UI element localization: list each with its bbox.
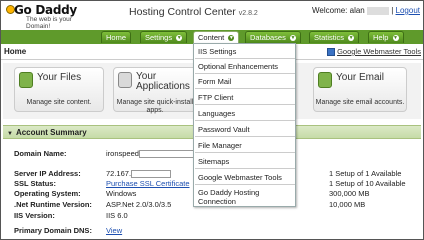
tab-content-label: Content [198, 33, 225, 42]
tab-settings[interactable]: Settings ▼ [140, 31, 188, 43]
summary-label: IIS Version: [14, 211, 55, 220]
menu-divider [195, 152, 295, 153]
summary-label: Primary Domain DNS: [14, 226, 92, 235]
purchase-ssl-link[interactable]: Purchase SSL Certificate [106, 179, 190, 188]
tab-content[interactable]: Content ▼ [193, 31, 240, 43]
menu-item-google-webmaster-tools[interactable]: Google Webmaster Tools [198, 173, 282, 182]
top-bar: Go Daddy The web is your Domain! Hosting… [1, 1, 423, 30]
summary-label: Server IP Address: [14, 169, 81, 178]
redacted-domain [138, 150, 199, 159]
tile-your-email[interactable]: Your Email Manage site email accounts. [313, 67, 407, 112]
page-title: Home [4, 47, 27, 56]
chevron-down-icon: ▼ [176, 35, 183, 42]
tile-title: Your Files [37, 72, 82, 83]
logo-text: Go Daddy [14, 3, 77, 17]
summary-value: ASP.Net 2.0/3.0/3.5 [106, 200, 172, 209]
view-dns-link[interactable]: View [106, 226, 122, 235]
summary-value: IIS 6.0 [106, 211, 128, 220]
welcome-text: Welcome: alan [311, 6, 365, 15]
menu-divider [195, 184, 295, 185]
email-icon [318, 72, 332, 88]
tile-title: Your Applications [136, 71, 190, 92]
tab-databases-label: Databases [250, 33, 286, 42]
godaddy-logo[interactable]: Go Daddy The web is your Domain! [6, 3, 96, 30]
tile-desc: Manage site content. [26, 99, 92, 106]
applications-icon [118, 72, 132, 88]
app-version: v2.8.2 [238, 10, 258, 17]
tile-desc: Manage site email accounts. [315, 99, 405, 106]
account-summary-title: Account Summary [15, 128, 87, 137]
tab-statistics[interactable]: Statistics ▼ [309, 31, 360, 43]
menu-item-sitemaps[interactable]: Sitemaps [198, 157, 229, 166]
tile-title: Your Email [336, 72, 384, 83]
menu-item-optional-enhancements[interactable]: Optional Enhancements [198, 62, 278, 71]
menu-item-hosting-connection[interactable]: Go Daddy Hosting Connection [198, 188, 288, 206]
disk-space-value: 300,000 MB [329, 189, 370, 198]
menu-divider [195, 136, 295, 137]
webmaster-tools-icon [327, 48, 336, 57]
tab-home-label: Home [106, 33, 127, 42]
menu-divider [195, 88, 295, 89]
menu-divider [195, 73, 295, 74]
chevron-down-icon: ▼ [392, 35, 399, 42]
summary-value: 72.167. [106, 169, 172, 179]
redacted-ip [131, 170, 172, 179]
tab-settings-label: Settings [145, 33, 173, 42]
summary-value: Windows [106, 189, 137, 198]
menu-item-languages[interactable]: Languages [198, 109, 235, 118]
setup-count-value: 1 Setup of 1 Available [329, 169, 402, 178]
tile-your-applications[interactable]: Your Applications Manage site quick-inst… [113, 67, 197, 114]
tab-databases[interactable]: Databases ▼ [245, 31, 301, 43]
app-title: Hosting Control Center v2.8.2 [129, 6, 258, 18]
welcome-area: Welcome: alan | Logout [311, 6, 420, 15]
menu-divider [195, 104, 295, 105]
menu-item-password-vault[interactable]: Password Vault [198, 125, 250, 134]
menu-divider [195, 58, 295, 59]
summary-label: Operating System: [14, 189, 81, 198]
logo-tagline: The web is your Domain! [26, 16, 72, 30]
chevron-down-icon: ▼ [348, 35, 355, 42]
summary-label: Domain Name: [14, 149, 67, 158]
summary-label: SSL Status: [14, 179, 56, 188]
tile-your-files[interactable]: Your Files Manage site content. [14, 67, 104, 112]
redacted-username [366, 6, 389, 15]
menu-item-file-manager[interactable]: File Manager [198, 141, 242, 150]
menu-divider [195, 120, 295, 121]
menu-item-ftp-client[interactable]: FTP Client [198, 93, 233, 102]
tab-help-label: Help [373, 33, 389, 42]
bandwidth-value: 10,000 MB [329, 200, 366, 209]
gwt-link-label: Google Webmaster Tools [337, 47, 421, 56]
app-title-text: Hosting Control Center [129, 6, 236, 18]
content-dropdown-menu: IIS Settings Optional Enhancements Form … [193, 43, 296, 207]
collapse-triangle-icon: ▼ [7, 131, 13, 137]
menu-divider [195, 168, 295, 169]
tab-help[interactable]: Help ▼ [368, 31, 404, 43]
tile-desc: Manage site quick-install apps. [116, 99, 194, 114]
menu-item-form-mail[interactable]: Form Mail [198, 77, 231, 86]
summary-value: ironspeed [106, 149, 199, 159]
setup-count-value: 1 Setup of 10 Available [329, 179, 406, 188]
logout-link[interactable]: Logout [396, 6, 420, 15]
tab-statistics-label: Statistics [314, 33, 345, 42]
tab-home[interactable]: Home [101, 31, 132, 43]
app-window: Go Daddy The web is your Domain! Hosting… [0, 0, 424, 240]
summary-label: .Net Runtime Version: [14, 200, 92, 209]
google-webmaster-tools-link[interactable]: Google Webmaster Tools [327, 47, 421, 57]
menu-item-iis-settings[interactable]: IIS Settings [198, 47, 236, 56]
chevron-down-icon: ▼ [289, 35, 296, 42]
files-icon [19, 72, 33, 88]
chevron-down-icon: ▼ [228, 35, 235, 42]
